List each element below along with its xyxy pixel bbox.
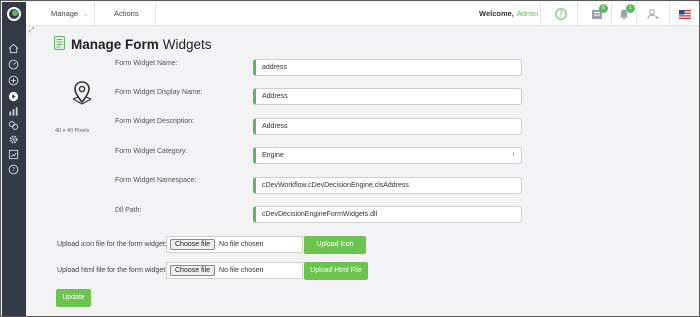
user-settings-icon[interactable]	[647, 8, 659, 20]
widget-name-label: Form Widget Name:	[115, 60, 178, 67]
html-file-status: No file chosen	[219, 267, 264, 274]
widget-display-name-input[interactable]: Address	[253, 88, 522, 105]
nav-divider	[155, 2, 156, 26]
tasks-icon[interactable]: 6	[591, 4, 608, 20]
update-button[interactable]: Update	[56, 289, 91, 307]
link-icon[interactable]	[8, 120, 19, 131]
report-icon[interactable]	[8, 149, 19, 160]
nav-actions[interactable]: Actions	[114, 2, 139, 26]
help-icon[interactable]: ?	[8, 164, 19, 175]
chevron-down-icon: ⌄	[83, 12, 89, 18]
notifications-badge: 1	[626, 4, 635, 13]
choose-icon-file-button[interactable]: Choose file	[170, 239, 216, 250]
dll-path-input[interactable]: cDevDecisionEngineFormWidgets.dll	[253, 206, 522, 223]
home-icon[interactable]	[8, 43, 19, 54]
page-title-bold: Manage Form	[71, 37, 159, 52]
widget-display-name-label: Form Widget Display Name:	[115, 89, 203, 96]
upload-html-button[interactable]: Upload Html File	[304, 262, 368, 280]
widget-namespace-input[interactable]: cDevWorkflow.cDevDecisionEngine.clsAddre…	[253, 177, 522, 194]
top-navbar: Manage ⌄ Actions Welcome, Admin ? 6 1	[26, 2, 699, 26]
nav-divider	[611, 2, 612, 26]
welcome-label: Welcome,	[479, 9, 514, 18]
chart-icon[interactable]	[8, 106, 19, 117]
svg-text:?: ?	[12, 166, 15, 174]
upload-icon-label: Upload icon file for the form widget:	[57, 241, 167, 248]
svg-text:?: ?	[559, 10, 563, 19]
gear-icon[interactable]	[8, 134, 19, 145]
form-document-icon	[54, 36, 65, 53]
widget-description-label: Form Widget Description:	[115, 118, 194, 125]
welcome-text: Welcome, Admin	[479, 2, 538, 26]
help-icon[interactable]: ?	[555, 8, 567, 20]
play-icon[interactable]	[8, 91, 19, 102]
main-content: Manage Form Widgets 40 x 40 Pixels Form …	[38, 27, 699, 316]
widget-namespace-label: Form Widget Namespace:	[115, 177, 197, 184]
nav-manage[interactable]: Manage ⌄	[51, 2, 88, 26]
collapse-sidebar-icon[interactable]: ⤢	[26, 26, 37, 35]
nav-actions-label: Actions	[114, 9, 139, 18]
nav-divider	[669, 2, 670, 26]
nav-divider	[577, 2, 578, 26]
select-caret-icon: ↕	[512, 152, 515, 158]
widget-category-label: Form Widget Category:	[115, 148, 188, 155]
dashboard-icon[interactable]	[8, 59, 19, 70]
widget-category-select[interactable]: Engine ↕	[253, 147, 522, 164]
map-pin-icon	[72, 81, 92, 105]
us-flag-icon[interactable]	[679, 8, 691, 20]
upload-html-label: Upload html file for the form widget:	[57, 267, 168, 274]
logo-icon	[7, 7, 21, 21]
widget-name-input[interactable]: address	[253, 59, 522, 76]
widget-category-value: Engine	[262, 152, 284, 159]
app-window: ? Manage ⌄ Actions Welcome,Admin ? 6 1	[0, 0, 700, 317]
widget-description-input[interactable]: Address	[253, 118, 522, 135]
user-name[interactable]: Admin	[517, 9, 538, 18]
icon-file-input[interactable]: Choose file No file chosen	[166, 236, 303, 253]
bell-icon[interactable]: 1	[618, 4, 635, 20]
html-file-input[interactable]: Choose file No file chosen	[166, 262, 303, 279]
icon-file-status: No file chosen	[219, 241, 264, 248]
page-title-rest: Widgets	[162, 37, 212, 52]
tasks-badge: 6	[599, 4, 608, 13]
nav-divider	[94, 2, 95, 26]
nav-divider	[636, 2, 637, 26]
dll-path-label: Dll Path:	[115, 207, 142, 214]
page-title: Manage Form Widgets	[54, 36, 212, 53]
upload-icon-button[interactable]: Upload Icon	[304, 236, 366, 254]
add-icon[interactable]	[8, 75, 19, 86]
app-logo[interactable]	[2, 2, 26, 26]
image-size-label: 40 x 40 Pixels	[55, 128, 90, 134]
nav-manage-label: Manage	[51, 9, 79, 18]
nav-divider	[540, 2, 541, 26]
widget-image-placeholder[interactable]	[69, 80, 95, 111]
choose-html-file-button[interactable]: Choose file	[170, 265, 216, 276]
